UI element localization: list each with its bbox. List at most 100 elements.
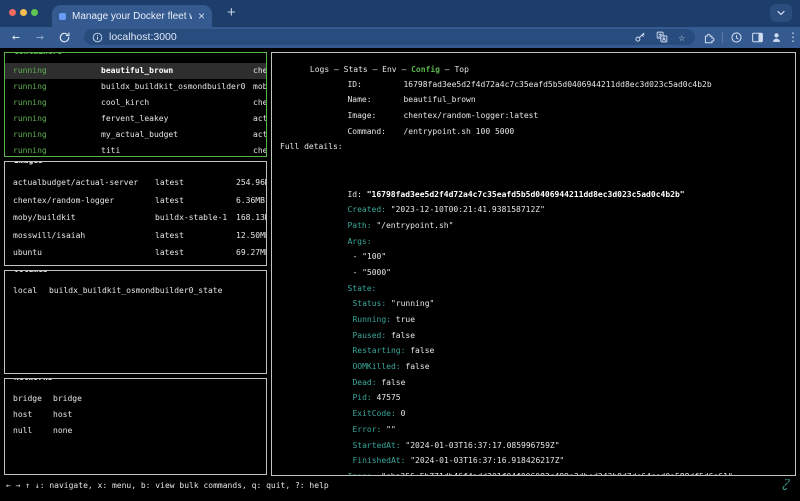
tab-close-icon[interactable]: × <box>198 10 205 22</box>
network-row[interactable]: bridge bridge <box>5 391 266 407</box>
container-status: running <box>13 79 47 95</box>
yaml-key: Path: <box>347 221 371 230</box>
image-size: 254.96MB <box>236 174 267 192</box>
image-row[interactable]: <none> <none> 70.73MB <box>5 262 266 267</box>
reload-icon[interactable] <box>58 31 71 44</box>
network-row[interactable]: null none <box>5 423 266 439</box>
new-tab-button[interactable]: + <box>227 4 236 22</box>
config-summary-line: ID:16798fad3ee5d2f4d72a4c7c35eafd5b5d040… <box>280 61 795 77</box>
url-bar[interactable]: localhost:3000 ☆ <box>84 29 695 45</box>
image-name: chentex/random-logger <box>13 192 114 210</box>
yaml-value: "" <box>381 425 395 434</box>
image-tag: latest <box>155 192 184 210</box>
image-name: <none> <box>13 262 42 267</box>
config-summary-value: /entrypoint.sh 100 5000 <box>403 127 514 136</box>
container-image: mob <box>253 79 267 95</box>
yaml-value: 47575 <box>372 393 401 402</box>
yaml-value: true <box>391 315 415 324</box>
network-driver: null <box>13 423 32 439</box>
image-tag: buildx-stable-1 <box>155 209 227 227</box>
volume-row[interactable]: local buildx_buildkit_osmondbuilder0_sta… <box>5 283 266 299</box>
network-name: none <box>53 423 72 439</box>
config-yaml-line: Id: "16798fad3ee5d2f4d72a4c7c35eafd5b5d0… <box>280 171 795 187</box>
image-row[interactable]: moby/buildkit buildx-stable-1 168.13MB <box>5 209 266 227</box>
image-tag: latest <box>155 227 184 245</box>
site-info-icon[interactable] <box>92 32 103 43</box>
container-row[interactable]: running cool_kirch che <box>5 95 266 111</box>
container-status: running <box>13 63 47 79</box>
image-row[interactable]: ubuntu latest 69.27MB <box>5 244 266 262</box>
side-panel-icon[interactable] <box>751 31 764 44</box>
yaml-key: State: <box>347 284 376 293</box>
container-row[interactable]: running fervent_leakey act <box>5 111 266 127</box>
image-size: 69.27MB <box>236 244 267 262</box>
yaml-key: FinishedAt: <box>352 456 405 465</box>
yaml-key: Image: <box>347 472 376 476</box>
toolbar-divider <box>722 32 723 43</box>
config-content: ID:16798fad3ee5d2f4d72a4c7c35eafd5b5d040… <box>280 61 795 475</box>
yaml-key: Created: <box>347 205 386 214</box>
zoom-window-button[interactable] <box>31 9 38 16</box>
sync-icon[interactable] <box>730 31 743 44</box>
images-panel-title: Images <box>11 161 46 165</box>
config-summary-label: Name: <box>347 92 403 108</box>
browser-tab[interactable]: Manage your Docker fleet wi × <box>52 5 212 27</box>
yaml-value: "running" <box>386 299 434 308</box>
network-driver: bridge <box>13 391 42 407</box>
yaml-key: OOMKilled: <box>352 362 400 371</box>
container-status: running <box>13 143 47 157</box>
yaml-value: "2023-12-10T00:21:41.938158712Z" <box>386 205 545 214</box>
close-window-button[interactable] <box>9 9 16 16</box>
image-size: 70.73MB <box>236 262 267 267</box>
networks-panel: Networks bridge bridge host host null <box>4 378 267 475</box>
tab-search-chevron-icon[interactable] <box>770 4 792 22</box>
volume-driver: local <box>13 283 37 299</box>
minimize-window-button[interactable] <box>20 9 27 16</box>
container-row[interactable]: running beautiful_brown che <box>5 63 266 79</box>
image-name: moby/buildkit <box>13 209 76 227</box>
image-row[interactable]: mosswill/isaiah latest 12.50MB <box>5 227 266 245</box>
tab-favicon <box>59 13 66 20</box>
container-image: che <box>253 63 267 79</box>
yaml-key: Args: <box>347 237 371 246</box>
image-tag: latest <box>155 244 184 262</box>
yaml-value: 0 <box>396 409 406 418</box>
link-icon[interactable] <box>780 479 791 490</box>
image-name: actualbudget/actual-server <box>13 174 138 192</box>
image-row[interactable]: chentex/random-logger latest 6.36MB <box>5 192 266 210</box>
image-name: mosswill/isaiah <box>13 227 85 245</box>
yaml-value: "/entrypoint.sh" <box>372 221 454 230</box>
containers-panel: Containers running beautiful_brown che r… <box>4 52 267 157</box>
profile-icon[interactable] <box>770 31 783 44</box>
container-image: che <box>253 95 267 111</box>
bookmark-star-icon[interactable]: ☆ <box>678 31 685 44</box>
back-icon[interactable]: ← <box>12 29 20 46</box>
yaml-value: "2024-01-03T16:37:16.918426217Z" <box>405 456 564 465</box>
browser-menu-icon[interactable]: ⋮ <box>787 29 799 46</box>
url-text[interactable]: localhost:3000 <box>109 31 634 43</box>
containers-panel-title: Containers <box>11 52 65 56</box>
image-name: ubuntu <box>13 244 42 262</box>
network-driver: host <box>13 407 32 423</box>
container-image: act <box>253 111 267 127</box>
container-status: running <box>13 127 47 143</box>
window-controls <box>9 9 38 16</box>
image-tag: latest <box>155 174 184 192</box>
yaml-value: "2024-01-03T16:37:17.085996759Z" <box>401 441 560 450</box>
container-row[interactable]: running titi che <box>5 143 266 157</box>
container-row[interactable]: running buildx_buildkit_osmondbuilder0 m… <box>5 79 266 95</box>
network-row[interactable]: host host <box>5 407 266 423</box>
yaml-key: ExitCode: <box>352 409 395 418</box>
image-row[interactable]: actualbudget/actual-server latest 254.96… <box>5 174 266 192</box>
translate-icon[interactable] <box>656 31 668 43</box>
image-size: 6.36MB <box>236 192 265 210</box>
yaml-value: false <box>377 378 406 387</box>
password-key-icon[interactable] <box>634 31 646 43</box>
extensions-icon[interactable] <box>703 31 716 44</box>
keybindings-bar: ← → ↑ ↓: navigate, x: menu, b: view bulk… <box>6 481 329 490</box>
forward-icon[interactable]: → <box>36 29 44 46</box>
image-size: 168.13MB <box>236 209 267 227</box>
container-name: cool_kirch <box>101 95 149 111</box>
container-row[interactable]: running my_actual_budget act <box>5 127 266 143</box>
container-image: act <box>253 127 267 143</box>
